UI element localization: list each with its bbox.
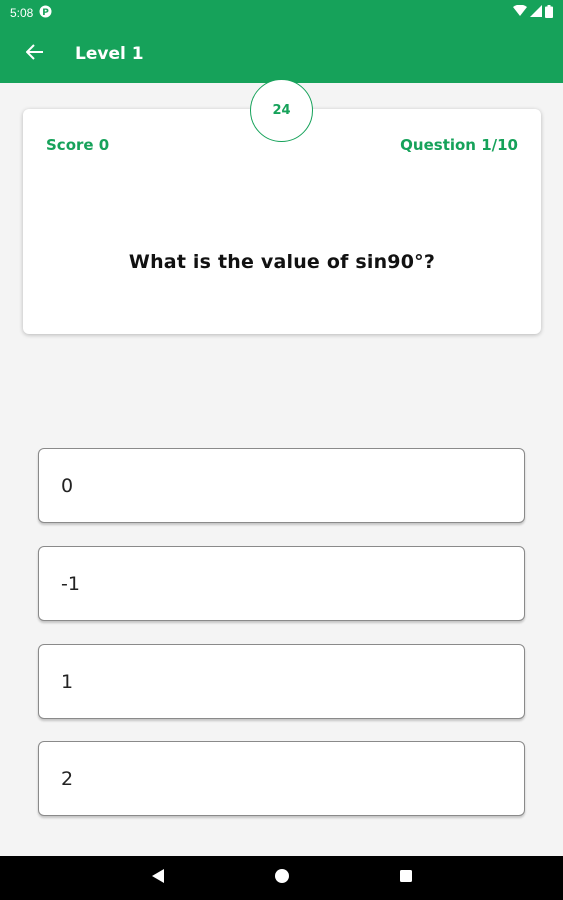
nav-recents-button[interactable] <box>394 866 418 890</box>
option-label: 0 <box>61 474 74 497</box>
option-label: 2 <box>61 767 74 790</box>
option-label: -1 <box>61 572 80 595</box>
nav-back-button[interactable] <box>146 866 170 890</box>
question-text: What is the value of sin90°? <box>128 251 436 273</box>
wifi-icon <box>513 4 527 20</box>
recents-square-icon <box>399 869 413 888</box>
status-left: 5:08 P <box>10 5 52 21</box>
status-right <box>513 4 553 21</box>
option-label: 1 <box>61 670 74 693</box>
back-triangle-icon <box>151 868 165 889</box>
app-bar: Level 1 <box>0 25 563 83</box>
home-circle-icon <box>274 868 290 889</box>
system-nav-bar <box>0 856 563 900</box>
countdown-timer: 24 <box>250 79 313 142</box>
answer-option-2[interactable]: -1 <box>38 546 525 621</box>
question-counter: Question 1/10 <box>400 136 518 154</box>
arrow-left-icon <box>25 43 44 65</box>
answer-option-4[interactable]: 2 <box>38 741 525 816</box>
status-time: 5:08 <box>10 5 34 20</box>
answer-option-3[interactable]: 1 <box>38 644 525 719</box>
score-label: Score 0 <box>46 136 110 154</box>
signal-icon <box>530 5 542 20</box>
nav-home-button[interactable] <box>270 866 294 890</box>
page-title: Level 1 <box>75 44 144 64</box>
back-button[interactable] <box>20 39 50 69</box>
battery-icon <box>545 4 553 21</box>
svg-text:P: P <box>43 8 50 18</box>
notification-p-icon: P <box>39 5 52 21</box>
answer-option-1[interactable]: 0 <box>38 448 525 523</box>
status-bar: 5:08 P <box>0 0 563 25</box>
question-card: Score 0 Question 1/10 What is the value … <box>23 109 541 334</box>
